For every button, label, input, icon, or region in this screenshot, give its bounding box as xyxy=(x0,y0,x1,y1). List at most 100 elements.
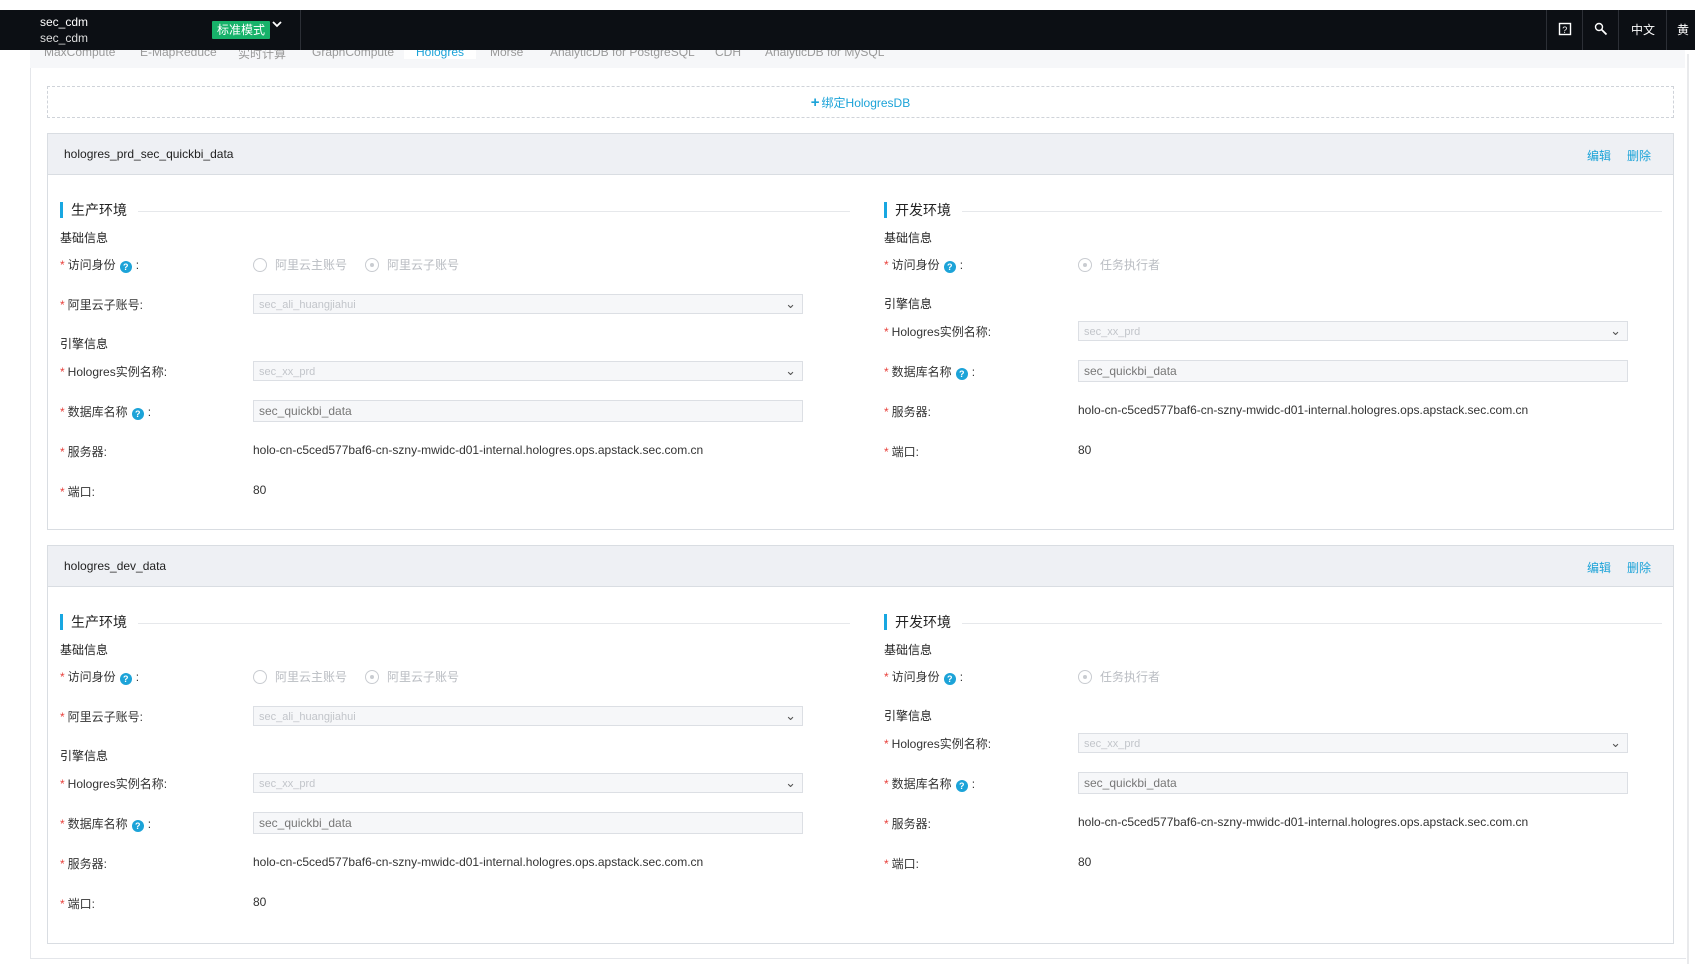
radio-circle-icon xyxy=(253,258,267,272)
help-icon: ? xyxy=(131,408,144,420)
card-title: hologres_prd_sec_quickbi_data xyxy=(64,147,234,161)
bind-hologresdb-label: 绑定HologresDB xyxy=(821,95,911,110)
port-label: * 端口: xyxy=(884,857,920,871)
identity-label: * 访问身份?: xyxy=(60,670,140,685)
section-engine: 引擎信息 xyxy=(60,749,109,763)
port-label: * 端口: xyxy=(60,897,96,911)
svg-text:?: ? xyxy=(1562,25,1567,35)
tab-maxcompute[interactable]: MaxCompute xyxy=(44,50,115,59)
divider xyxy=(962,623,1662,624)
user-menu[interactable]: 黄 xyxy=(1666,10,1695,50)
radio-circle-icon xyxy=(1078,670,1092,684)
delete-button[interactable]: 删除 xyxy=(1627,559,1651,576)
section-engine: 引擎信息 xyxy=(884,709,933,723)
server-value: holo-cn-c5ced577baf6-cn-szny-mwidc-d01-i… xyxy=(253,443,704,457)
radio-sub-account[interactable]: 阿里云子账号 xyxy=(365,256,459,273)
instance-select[interactable]: sec_xx_prd ⌄ xyxy=(1078,733,1628,753)
divider xyxy=(138,211,850,212)
subaccount-label: * 阿里云子账号: xyxy=(60,298,144,312)
edit-button[interactable]: 编辑 xyxy=(1587,559,1611,576)
server-value: holo-cn-c5ced577baf6-cn-szny-mwidc-d01-i… xyxy=(253,855,704,869)
help-icon: ? xyxy=(943,261,956,273)
help-icon: ? xyxy=(131,820,144,832)
tab-cdh[interactable]: CDH xyxy=(715,50,741,59)
radio-circle-icon xyxy=(365,670,379,684)
database-input[interactable]: sec_quickbi_data xyxy=(253,400,803,422)
port-label: * 端口: xyxy=(60,485,96,499)
port-value: 80 xyxy=(1078,443,1092,457)
instance-label: * Hologres实例名称: xyxy=(60,365,168,379)
tab-morse[interactable]: Morse xyxy=(490,50,523,59)
server-label: * 服务器: xyxy=(60,445,108,459)
card-header: hologres_dev_data 编辑 删除 xyxy=(48,546,1673,587)
mode-badge: 标准模式 xyxy=(212,21,271,39)
env-title: 开发环境 xyxy=(884,614,951,630)
subaccount-select[interactable]: sec_ali_huangjiahui ⌄ xyxy=(253,706,803,726)
radio-main-account[interactable]: 阿里云主账号 xyxy=(253,668,347,685)
radio-task-executor[interactable]: 任务执行者 xyxy=(1078,256,1160,273)
project-subname: sec_cdm xyxy=(40,31,89,45)
divider xyxy=(138,623,850,624)
tab-adb-postgresql[interactable]: AnalyticDB for PostgreSQL xyxy=(550,50,695,59)
radio-sub-account[interactable]: 阿里云子账号 xyxy=(365,668,459,685)
tab-graphcompute[interactable]: GraphCompute xyxy=(312,50,394,59)
database-label: * 数据库名称?: xyxy=(884,365,976,380)
identity-label: * 访问身份?: xyxy=(884,258,964,273)
chevron-down-icon: ⌄ xyxy=(1610,735,1621,750)
database-input[interactable]: sec_quickbi_data xyxy=(1078,772,1628,794)
port-value: 80 xyxy=(253,895,267,909)
help-icon: ? xyxy=(955,368,968,380)
chevron-down-icon: ⌄ xyxy=(785,296,796,311)
instance-select[interactable]: sec_xx_prd ⌄ xyxy=(253,773,803,793)
database-input[interactable]: sec_quickbi_data xyxy=(1078,360,1628,382)
top-bar: sec_cdm sec_cdm 标准模式 ? 中文 黄 xyxy=(0,10,1695,50)
wrench-icon[interactable] xyxy=(1582,10,1619,50)
chevron-down-icon: ⌄ xyxy=(785,775,796,790)
server-label: * 服务器: xyxy=(60,857,108,871)
hologres-card: hologres_prd_sec_quickbi_data 编辑 删除 生产环境… xyxy=(47,133,1674,530)
subaccount-label: * 阿里云子账号: xyxy=(60,710,144,724)
instance-label: * Hologres实例名称: xyxy=(884,737,992,751)
tab-adb-mysql[interactable]: AnalyticDB for MySQL xyxy=(765,50,884,59)
instance-select[interactable]: sec_xx_prd ⌄ xyxy=(253,361,803,381)
database-input[interactable]: sec_quickbi_data xyxy=(253,812,803,834)
section-basic: 基础信息 xyxy=(884,231,933,245)
radio-circle-icon xyxy=(253,670,267,684)
tab-hologres[interactable]: Hologres xyxy=(404,50,477,59)
chevron-down-icon[interactable] xyxy=(271,17,283,33)
server-value: holo-cn-c5ced577baf6-cn-szny-mwidc-d01-i… xyxy=(1078,403,1529,417)
chevron-down-icon: ⌄ xyxy=(1610,323,1621,338)
radio-circle-icon xyxy=(365,258,379,272)
server-label: * 服务器: xyxy=(884,405,932,419)
subaccount-select[interactable]: sec_ali_huangjiahui ⌄ xyxy=(253,294,803,314)
port-value: 80 xyxy=(253,483,267,497)
tab-emapreduce[interactable]: E-MapReduce xyxy=(140,50,217,59)
section-engine: 引擎信息 xyxy=(884,297,933,311)
help-icon: ? xyxy=(943,673,956,685)
tab-realtime[interactable]: 实时计算 xyxy=(238,50,286,62)
edit-button[interactable]: 编辑 xyxy=(1587,147,1611,164)
project-switcher[interactable]: sec_cdm sec_cdm 标准模式 xyxy=(20,10,301,50)
instance-label: * Hologres实例名称: xyxy=(884,325,992,339)
language-switch[interactable]: 中文 xyxy=(1618,10,1667,50)
chevron-down-icon: ⌄ xyxy=(785,708,796,723)
project-name: sec_cdm xyxy=(40,15,89,29)
port-label: * 端口: xyxy=(884,445,920,459)
divider xyxy=(962,211,1662,212)
radio-main-account[interactable]: 阿里云主账号 xyxy=(253,256,347,273)
bind-hologresdb-button[interactable]: + 绑定HologresDB xyxy=(47,86,1674,118)
instance-label: * Hologres实例名称: xyxy=(60,777,168,791)
env-title: 生产环境 xyxy=(60,614,127,630)
help-book-icon[interactable]: ? xyxy=(1546,10,1583,50)
env-title: 开发环境 xyxy=(884,202,951,218)
delete-button[interactable]: 删除 xyxy=(1627,147,1651,164)
section-basic: 基础信息 xyxy=(60,643,109,657)
instance-select[interactable]: sec_xx_prd ⌄ xyxy=(1078,321,1628,341)
plus-icon: + xyxy=(810,93,820,111)
radio-task-executor[interactable]: 任务执行者 xyxy=(1078,668,1160,685)
scrollbar[interactable] xyxy=(1687,54,1689,964)
identity-label: * 访问身份?: xyxy=(884,670,964,685)
chevron-down-icon: ⌄ xyxy=(785,363,796,378)
env-title: 生产环境 xyxy=(60,202,127,218)
database-label: * 数据库名称?: xyxy=(884,777,976,792)
